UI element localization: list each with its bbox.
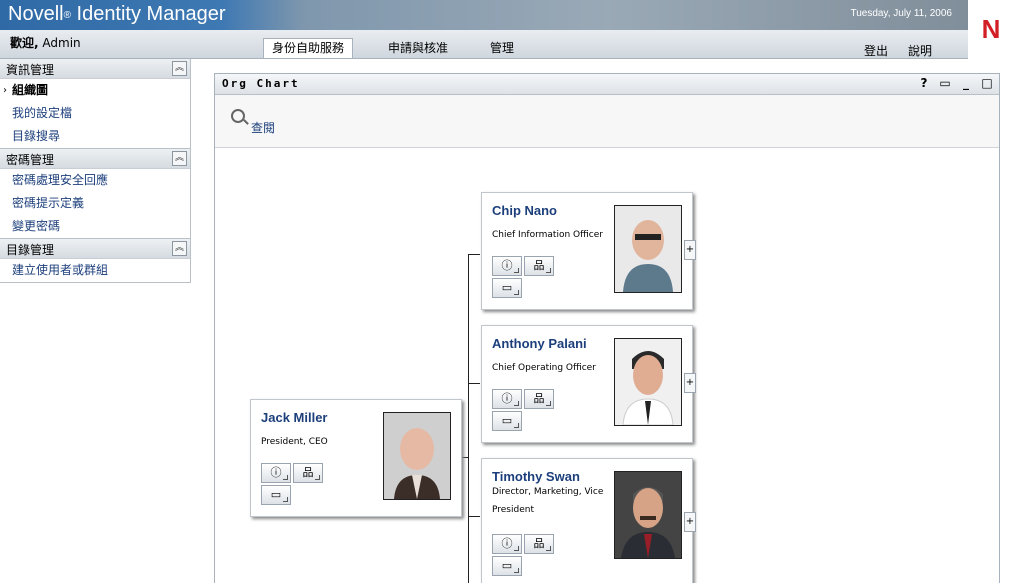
sidebar-item-change-password[interactable]: 變更密碼: [0, 215, 190, 238]
sidebar-item-directory-search[interactable]: 目錄搜尋: [0, 125, 190, 148]
help-icon[interactable]: ?: [918, 76, 930, 90]
tab-administration[interactable]: 管理: [482, 39, 522, 58]
org-connector: [468, 516, 480, 517]
current-date: Tuesday, July 11, 2006: [850, 8, 952, 19]
info-icon[interactable]: ⓘ: [492, 389, 522, 409]
portlet-title: Org Chart: [222, 77, 300, 90]
expand-icon[interactable]: +: [684, 373, 696, 393]
app-banner: Novell® Identity Manager Tuesday, July 1…: [0, 0, 1014, 30]
org-connector: [468, 254, 469, 583]
person-photo: [383, 412, 451, 500]
email-card-icon[interactable]: ▭: [261, 485, 291, 505]
info-icon[interactable]: ⓘ: [492, 534, 522, 554]
welcome-text: 歡迎, Admin: [10, 36, 81, 50]
sidebar-item-password-hint[interactable]: 密碼提示定義: [0, 192, 190, 215]
print-icon[interactable]: ▭: [939, 76, 951, 90]
view-toolbar: 查閱: [215, 95, 999, 148]
sidebar-item-create-user-group[interactable]: 建立使用者或群組: [0, 259, 190, 282]
sidebar-item-org-chart[interactable]: 組織圖: [0, 79, 190, 102]
org-card-chip-nano[interactable]: Chip Nano Chief Information Officer ⓘ 品 …: [481, 192, 693, 310]
view-link[interactable]: 查閱: [251, 119, 275, 136]
portlet-header: Org Chart ? ▭ _ □: [215, 74, 999, 95]
person-name[interactable]: Jack Miller: [261, 410, 328, 425]
person-photo: [614, 338, 682, 426]
email-card-icon[interactable]: ▭: [492, 278, 522, 298]
person-name[interactable]: Chip Nano: [492, 203, 557, 218]
org-chart-icon[interactable]: 品: [524, 256, 554, 276]
person-title: Director, Marketing, Vice President: [492, 487, 604, 515]
app-title: Novell® Identity Manager: [8, 3, 226, 25]
collapse-icon[interactable]: ︽: [172, 241, 187, 256]
org-connector: [468, 383, 480, 384]
help-link[interactable]: 說明: [908, 42, 932, 59]
collapse-icon[interactable]: ︽: [172, 151, 187, 166]
org-card-jack-miller[interactable]: Jack Miller President, CEO ⓘ 品 ▭: [250, 399, 462, 517]
org-chart-portlet: Org Chart ? ▭ _ □ 查閱 Jack Miller Preside…: [214, 73, 1000, 583]
collapse-icon[interactable]: ︽: [172, 61, 187, 76]
person-photo: [614, 205, 682, 293]
person-photo: [614, 471, 682, 559]
sidebar-section-directory[interactable]: 目錄管理 ︽: [0, 238, 190, 259]
email-card-icon[interactable]: ▭: [492, 411, 522, 431]
org-card-timothy-swan[interactable]: Timothy Swan Director, Marketing, Vice P…: [481, 458, 693, 583]
person-title: President, CEO: [261, 437, 328, 447]
tab-identity-self-service[interactable]: 身份自助服務: [263, 38, 354, 58]
sidebar-item-challenge-response[interactable]: 密碼處理安全回應: [0, 169, 190, 192]
sidebar-item-my-profile[interactable]: 我的設定檔: [0, 102, 190, 125]
maximize-icon[interactable]: □: [981, 76, 993, 90]
sidebar: 資訊管理 ︽ 組織圖 我的設定檔 目錄搜尋 密碼管理 ︽ 密碼處理安全回應 密碼…: [0, 59, 191, 283]
tab-requests-approvals[interactable]: 申請與核准: [380, 39, 456, 58]
info-icon[interactable]: ⓘ: [492, 256, 522, 276]
sidebar-section-information[interactable]: 資訊管理 ︽: [0, 59, 190, 79]
person-name[interactable]: Anthony Palani: [492, 336, 587, 351]
org-connector: [468, 254, 480, 255]
person-title: Chief Information Officer: [492, 230, 603, 240]
novell-logo: N: [968, 0, 1014, 58]
info-icon[interactable]: ⓘ: [261, 463, 291, 483]
person-title: Chief Operating Officer: [492, 363, 596, 373]
expand-icon[interactable]: +: [684, 240, 696, 260]
logout-link[interactable]: 登出: [864, 42, 888, 59]
org-chart-icon[interactable]: 品: [293, 463, 323, 483]
person-name[interactable]: Timothy Swan: [492, 469, 580, 484]
minimize-icon[interactable]: _: [960, 76, 972, 90]
sidebar-section-password[interactable]: 密碼管理 ︽: [0, 148, 190, 169]
magnifier-icon[interactable]: [231, 109, 245, 123]
org-chart-icon[interactable]: 品: [524, 534, 554, 554]
email-card-icon[interactable]: ▭: [492, 556, 522, 576]
top-nav-bar: 歡迎, Admin 身份自助服務 申請與核准 管理 登出 說明: [0, 30, 968, 59]
expand-icon[interactable]: +: [684, 512, 696, 532]
org-chart-icon[interactable]: 品: [524, 389, 554, 409]
org-card-anthony-palani[interactable]: Anthony Palani Chief Operating Officer ⓘ…: [481, 325, 693, 443]
